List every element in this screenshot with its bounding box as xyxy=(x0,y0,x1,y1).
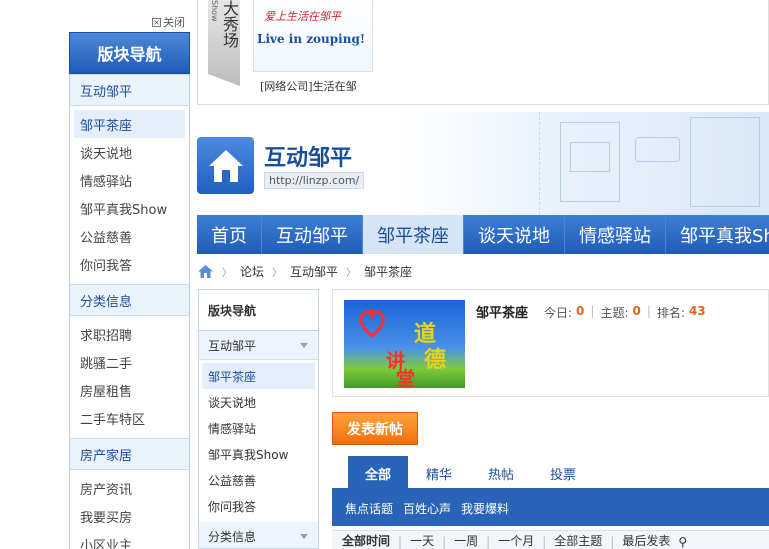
side-item[interactable]: 公益慈善 xyxy=(74,222,185,250)
type-filter-bar: 焦点话题 百姓心声 我要爆料 xyxy=(332,490,769,526)
nav-item-home[interactable]: 首页 xyxy=(197,215,262,254)
inner-item[interactable]: 谈天说地 xyxy=(202,389,315,415)
breadcrumb-item[interactable]: 互动邹平 xyxy=(290,263,338,280)
thread-tabs: 全部 精华 热帖 投票 xyxy=(332,456,769,490)
forum-banner: 互动邹平 http://linzp.com/ xyxy=(197,112,769,215)
inner-item[interactable]: 公益慈善 xyxy=(202,467,315,493)
type-filter-item[interactable]: 焦点话题 xyxy=(345,500,393,517)
close-icon: × xyxy=(152,17,161,27)
inner-item[interactable]: 情感驿站 xyxy=(202,415,315,441)
filter-dropdown[interactable]: 全部主题 xyxy=(554,532,602,549)
banner-sketch-decoration xyxy=(539,112,769,215)
side-panel-title: 版块导航 xyxy=(69,32,190,74)
filter-item[interactable]: 一个月 xyxy=(498,532,534,549)
forum-title: 互动邹平 xyxy=(264,146,353,171)
rank-value: 43 xyxy=(688,304,706,318)
inner-item[interactable]: 你问我答 xyxy=(202,493,315,519)
board-image: 道 德 讲 堂 xyxy=(344,300,465,388)
side-item[interactable]: 小区业主 xyxy=(74,530,185,549)
tab-all[interactable]: 全部 xyxy=(348,456,409,490)
ad-banner[interactable]: 爱上生活在邹平 Live in zouping! xyxy=(253,0,373,72)
home-logo-icon[interactable] xyxy=(197,137,254,194)
side-item[interactable]: 谈天说地 xyxy=(74,138,185,166)
side-category-2[interactable]: 分类信息 xyxy=(70,284,189,316)
tab-poll[interactable]: 投票 xyxy=(532,456,594,490)
side-category-3[interactable]: 房产家居 xyxy=(70,438,189,470)
breadcrumb-item: 邹平茶座 xyxy=(364,264,413,279)
board-name: 邹平茶座 xyxy=(476,306,529,321)
main-nav: 首页 互动邹平 邹平茶座 谈天说地 情感驿站 邹平真我Show xyxy=(197,215,769,254)
side-item[interactable]: 我要买房 xyxy=(74,502,185,530)
chevron-down-icon xyxy=(300,533,308,539)
breadcrumb: 〉 论坛 〉 互动邹平 〉 邹平茶座 xyxy=(197,262,412,280)
home-icon[interactable] xyxy=(197,264,214,279)
filter-item[interactable]: 一天 xyxy=(410,532,434,549)
board-stats: 今日: 0 | 主题: 0 | 排名: 43 xyxy=(544,304,706,320)
heart-logo-icon xyxy=(359,309,385,338)
inner-board-nav: 版块导航 互动邹平 邹平茶座 谈天说地 情感驿站 邹平真我Show 公益慈善 你… xyxy=(198,289,319,549)
filter-item[interactable]: 全部时间 xyxy=(342,532,390,549)
ad-caption-link[interactable]: [网络公司]生活在邹 xyxy=(260,78,357,94)
board-info: 道 德 讲 堂 邹平茶座 今日: 0 | 主题: 0 | 排名: 43 xyxy=(332,289,769,397)
search-icon[interactable]: ⚲ xyxy=(678,535,687,549)
side-item[interactable]: 求职招聘 xyxy=(74,320,185,348)
side-panel: 版块导航 互动邹平 邹平茶座 谈天说地 情感驿站 邹平真我Show 公益慈善 你… xyxy=(69,32,190,549)
filter-item[interactable]: 一周 xyxy=(454,532,478,549)
new-post-button[interactable]: 发表新帖 xyxy=(332,412,418,445)
type-filter-item[interactable]: 百姓心声 xyxy=(403,500,451,517)
close-sidebar-button[interactable]: × 关闭 xyxy=(152,14,185,30)
nav-item[interactable]: 情感驿站 xyxy=(565,215,666,254)
filter-dropdown[interactable]: 最后发表 xyxy=(622,532,670,549)
side-category-1[interactable]: 互动邹平 xyxy=(70,74,189,106)
breadcrumb-item[interactable]: 论坛 xyxy=(240,263,264,280)
type-filter-item[interactable]: 我要爆料 xyxy=(461,500,509,517)
tab-hot[interactable]: 热帖 xyxy=(470,456,532,490)
time-filter-bar: 全部时间 | 一天 | 一周 | 一个月 | 全部主题 | 最后发表 ⚲ xyxy=(332,530,769,549)
chevron-right-icon: 〉 xyxy=(222,267,232,279)
chevron-right-icon: 〉 xyxy=(272,267,283,279)
nav-item[interactable]: 邹平真我Show xyxy=(666,215,769,254)
inner-category[interactable]: 分类信息 xyxy=(199,522,318,548)
nav-item-active[interactable]: 邹平茶座 xyxy=(363,215,464,254)
chevron-right-icon: 〉 xyxy=(346,267,357,279)
side-navigation: × 关闭 版块导航 互动邹平 邹平茶座 谈天说地 情感驿站 邹平真我Show 公… xyxy=(0,0,196,549)
inner-category[interactable]: 互动邹平 xyxy=(199,331,318,360)
chevron-down-icon xyxy=(300,342,308,348)
show-strip: Show 大秀场 爱上生活在邹平 Live in zouping! [网络公司]… xyxy=(197,0,769,105)
tab-digest[interactable]: 精华 xyxy=(408,456,470,490)
side-item[interactable]: 邹平真我Show xyxy=(74,194,185,222)
inner-nav-title: 版块导航 xyxy=(199,290,318,331)
inner-item[interactable]: 邹平茶座 xyxy=(202,363,315,389)
side-item[interactable]: 二手车特区 xyxy=(74,404,185,432)
side-item[interactable]: 房屋租售 xyxy=(74,376,185,404)
side-item[interactable]: 情感驿站 xyxy=(74,166,185,194)
side-item[interactable]: 邹平茶座 xyxy=(74,110,185,138)
side-item[interactable]: 跳骚二手 xyxy=(74,348,185,376)
side-item[interactable]: 房产资讯 xyxy=(74,474,185,502)
today-count: 0 xyxy=(576,304,585,318)
inner-item[interactable]: 邹平真我Show xyxy=(202,441,315,467)
forum-url-link[interactable]: http://linzp.com/ xyxy=(264,172,365,189)
show-tag: Show 大秀场 xyxy=(208,0,240,86)
nav-item[interactable]: 谈天说地 xyxy=(464,215,565,254)
nav-item[interactable]: 互动邹平 xyxy=(262,215,363,254)
topics-count: 0 xyxy=(632,304,641,318)
side-item[interactable]: 你问我答 xyxy=(74,250,185,278)
